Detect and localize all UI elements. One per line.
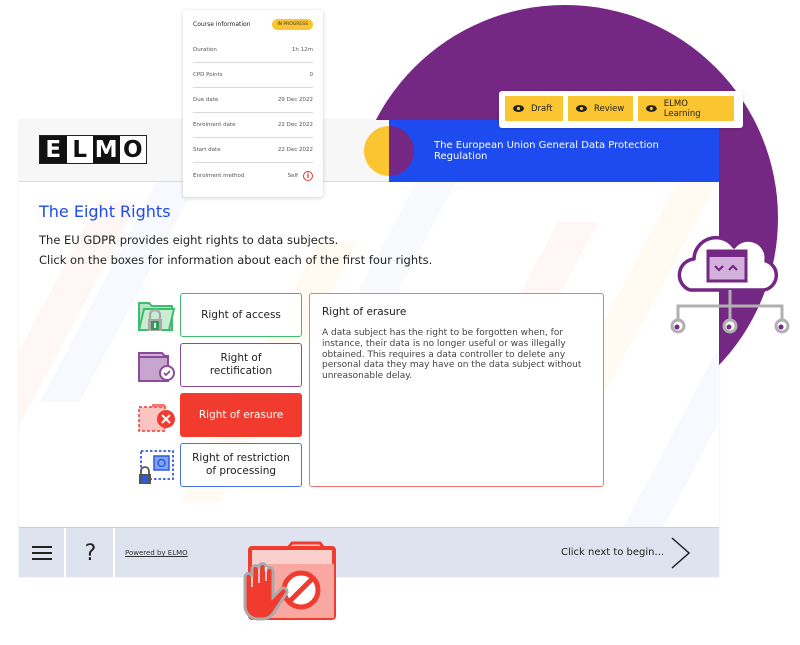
info-row-enrolment-date: Enrolment date 22 Dec 2022 xyxy=(193,113,313,138)
info-row-cpd-points: CPD Points 0 xyxy=(193,63,313,88)
info-value: Self xyxy=(287,172,298,179)
course-title-banner: The European Union General Data Protecti… xyxy=(389,120,719,182)
info-row-duration: Duration 1h 12m xyxy=(193,38,313,63)
course-information-panel: Course information IN PROGRESS Duration … xyxy=(183,10,323,197)
blocked-folder-hand-icon xyxy=(243,541,336,621)
draft-button[interactable]: Draft xyxy=(505,96,563,121)
info-value: 22 Dec 2022 xyxy=(277,122,313,128)
info-value: 22 Dec 2022 xyxy=(277,147,313,153)
elmo-logo: E L M O xyxy=(39,135,147,164)
review-label: Review xyxy=(594,103,625,114)
info-label: Due date xyxy=(193,97,219,103)
cloud-network-icon xyxy=(670,235,790,334)
hamburger-menu-icon xyxy=(31,546,52,560)
page-title: The Eight Rights xyxy=(39,202,171,221)
right-of-rectification-button[interactable]: Right of rectification xyxy=(180,343,302,387)
course-info-title: Course information xyxy=(193,20,251,28)
logo-letter: M xyxy=(93,136,120,163)
header-decor-half-circle xyxy=(389,126,414,176)
info-label: Start date xyxy=(193,147,221,153)
logo-letter: E xyxy=(40,136,67,163)
course-footer: ? Powered by ELMO Click next to begin... xyxy=(19,527,719,578)
chevron-right-icon[interactable] xyxy=(669,536,693,570)
folder-delete-icon xyxy=(138,404,175,432)
powered-by-link[interactable]: Powered by ELMO xyxy=(125,549,188,557)
folder-check-icon xyxy=(138,352,175,382)
logo-letter: O xyxy=(119,136,146,163)
status-badge: IN PROGRESS xyxy=(272,18,313,30)
review-button[interactable]: Review xyxy=(568,96,633,121)
course-header: E L M O The European Union General Data … xyxy=(19,120,719,182)
right-of-access-button[interactable]: Right of access xyxy=(180,293,302,337)
help-button[interactable]: ? xyxy=(68,528,115,578)
instruction-text: Click on the boxes for information about… xyxy=(39,253,433,267)
next-prompt: Click next to begin... xyxy=(561,547,665,558)
eye-icon xyxy=(576,105,587,112)
info-label: Duration xyxy=(193,47,217,53)
info-label: CPD Points xyxy=(193,72,223,78)
detail-body: A data subject has the right to be forgo… xyxy=(322,328,582,382)
info-value: 0 xyxy=(309,72,314,78)
intro-text: The EU GDPR provides eight rights to dat… xyxy=(39,233,339,247)
course-title: The European Union General Data Protecti… xyxy=(434,140,659,162)
info-row-enrolment-method: Enrolment method Self i xyxy=(193,163,313,188)
info-label: Enrolment date xyxy=(193,122,236,128)
logo-letter: L xyxy=(66,136,93,163)
folder-restrict-icon xyxy=(139,450,174,484)
eye-icon xyxy=(646,105,657,112)
course-player-window: E L M O The European Union General Data … xyxy=(19,120,719,578)
info-row-due-date: Due date 29 Dec 2022 xyxy=(193,88,313,113)
status-toolbar: Draft Review ELMO Learning xyxy=(499,91,743,128)
elmo-learning-button[interactable]: ELMO Learning xyxy=(638,96,734,121)
draft-label: Draft xyxy=(531,103,553,114)
folder-lock-icon xyxy=(137,302,176,331)
info-value: 1h 12m xyxy=(291,47,313,53)
eye-icon xyxy=(513,105,524,112)
info-label: Enrolment method xyxy=(193,172,245,179)
right-of-restriction-button[interactable]: Right of restriction of processing xyxy=(180,443,302,487)
info-row-start-date: Start date 22 Dec 2022 xyxy=(193,138,313,163)
right-of-erasure-button[interactable]: Right of erasure xyxy=(180,393,302,437)
right-detail-panel: Right of erasure A data subject has the … xyxy=(309,293,604,487)
detail-title: Right of erasure xyxy=(322,306,407,318)
elmo-learning-label: ELMO Learning xyxy=(663,98,701,119)
info-value: 29 Dec 2022 xyxy=(277,97,313,103)
info-icon[interactable]: i xyxy=(303,170,313,181)
menu-button[interactable] xyxy=(19,528,66,578)
